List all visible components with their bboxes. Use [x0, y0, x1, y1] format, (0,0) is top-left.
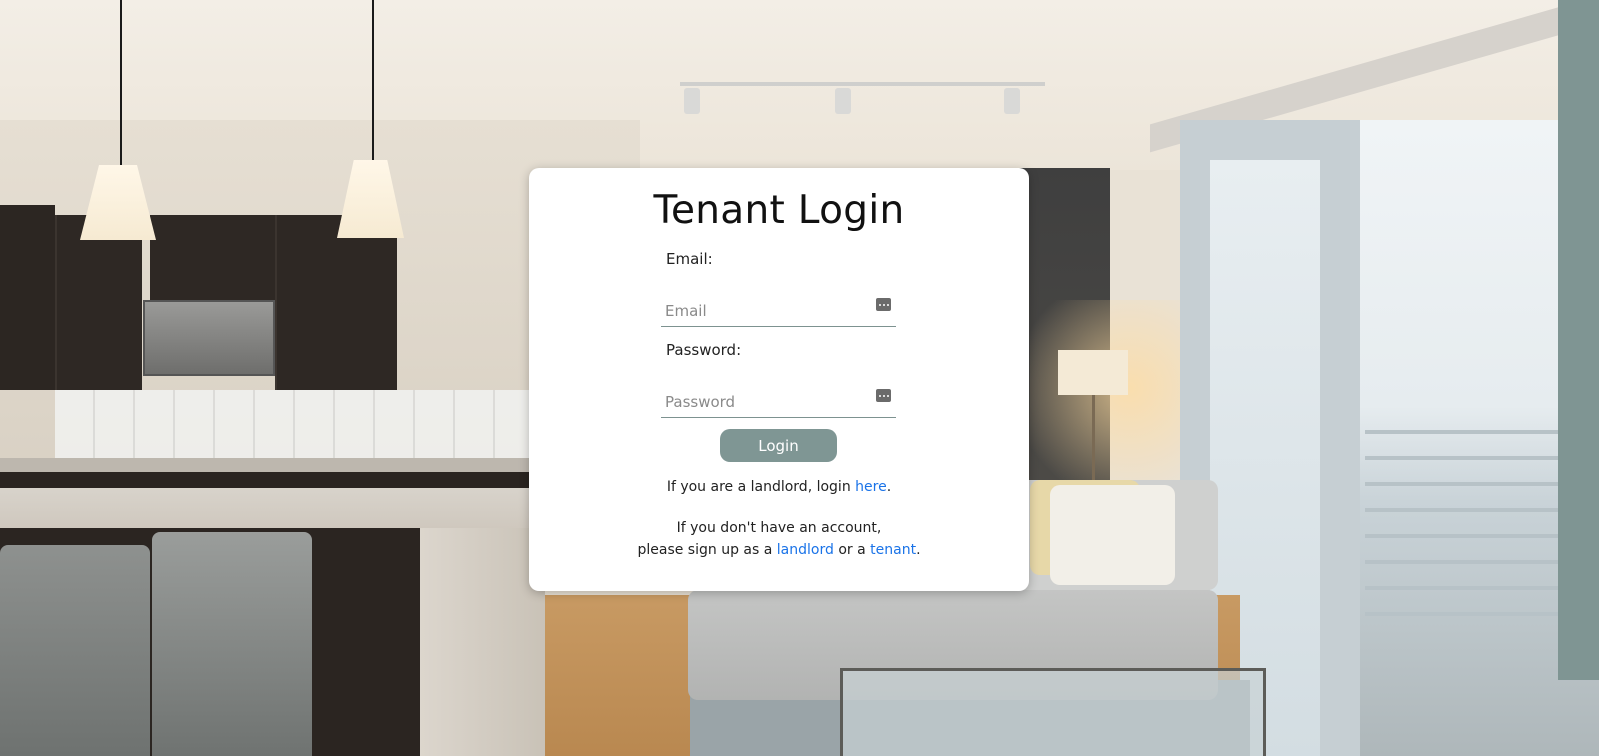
track-light-rail: [680, 82, 1045, 86]
password-input[interactable]: [665, 391, 865, 413]
signup-tenant-link[interactable]: tenant: [870, 542, 916, 558]
signup-prefix: please sign up as a: [637, 542, 777, 558]
bar-stool: [152, 532, 312, 756]
password-manager-key-icon[interactable]: [876, 298, 891, 311]
scroll-edge: [1558, 0, 1599, 680]
landlord-login-text: If you are a landlord, login here.: [529, 476, 1029, 498]
landlord-login-prefix: If you are a landlord, login: [666, 479, 856, 495]
pendant-cord: [372, 0, 374, 160]
microwave: [143, 300, 275, 376]
signup-middle: or a: [833, 542, 871, 558]
spotlight: [835, 88, 851, 114]
login-card: Tenant Login Email: Password: Login If y…: [529, 168, 1029, 591]
password-label: Password:: [666, 341, 742, 359]
landlord-login-link[interactable]: here: [855, 479, 887, 495]
kitchen-cabinet: [150, 215, 275, 300]
kitchen-cabinet: [0, 205, 55, 390]
kitchen-cabinet: [55, 215, 142, 390]
password-manager-key-icon[interactable]: [876, 389, 891, 402]
kitchen-cabinet: [275, 215, 397, 390]
login-button[interactable]: Login: [720, 429, 837, 462]
bar-stool: [0, 545, 150, 756]
email-label: Email:: [666, 250, 713, 268]
no-account-text: If you don't have an account,: [676, 520, 882, 536]
island-countertop: [0, 488, 545, 528]
signup-text: please sign up as a landlord or a tenant…: [529, 539, 1029, 561]
password-field-wrapper: [661, 387, 896, 418]
email-input[interactable]: [665, 300, 865, 322]
spotlight: [1004, 88, 1020, 114]
landlord-login-suffix: .: [886, 479, 892, 495]
counter: [0, 458, 530, 472]
page-title: Tenant Login: [653, 188, 905, 233]
pillow: [1050, 485, 1175, 585]
coffee-table: [840, 668, 1266, 756]
spotlight: [684, 88, 700, 114]
signup-suffix: .: [916, 542, 921, 558]
island-side: [420, 528, 545, 756]
email-field-wrapper: [661, 296, 896, 327]
floor-lamp-shade: [1058, 350, 1128, 395]
signup-landlord-link[interactable]: landlord: [777, 542, 834, 558]
pendant-cord: [120, 0, 122, 165]
backsplash: [55, 390, 530, 460]
